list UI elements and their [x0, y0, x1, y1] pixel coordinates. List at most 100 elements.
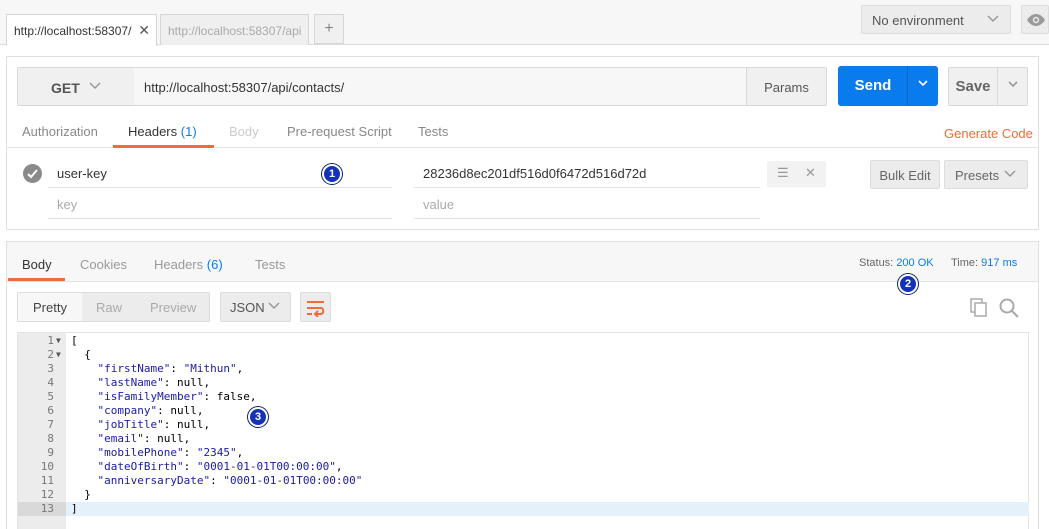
code-line: 5 "isFamilyMember": false, — [18, 390, 1029, 404]
tab-tests[interactable]: Tests — [418, 124, 448, 148]
chevron-down-icon — [88, 78, 102, 95]
header-value-field[interactable]: 28236d8ec201df516d0f6472d516d72d — [414, 158, 760, 188]
code-text: "dateOfBirth": "0001-01-01T00:00:00", — [71, 460, 343, 474]
json-punctuation: : false, — [203, 390, 257, 403]
line-number: 3 — [47, 362, 54, 375]
presets-button[interactable]: Presets — [944, 160, 1028, 189]
method-select[interactable]: GET — [17, 67, 135, 106]
code-line: 3 "firstName": "Mithun", — [18, 362, 1029, 376]
json-punctuation: : null, — [163, 418, 211, 431]
check-icon — [27, 169, 38, 179]
json-punctuation — [71, 460, 98, 473]
json-punctuation — [71, 390, 98, 403]
url-input[interactable]: http://localhost:58307/api/contacts/ — [134, 67, 747, 106]
wrap-lines-button[interactable] — [300, 292, 331, 322]
search-icon[interactable] — [998, 297, 1020, 319]
code-text: "jobTitle": null, — [71, 418, 211, 432]
tab-response-body[interactable]: Body — [22, 257, 52, 272]
chevron-down-icon — [986, 11, 1000, 28]
tab-response-headers[interactable]: Headers (6) — [154, 257, 223, 272]
close-icon[interactable]: ✕ — [138, 22, 150, 39]
tab-headers[interactable]: Headers (1) — [113, 124, 214, 148]
response-body-editor[interactable]: 1 ▼[2 ▼ {3 "firstName": "Mithun", 4 "lastNa… — [17, 332, 1029, 529]
code-text: "email": null, — [71, 432, 191, 446]
json-string: "0001-01-01T00:00:00" — [223, 474, 363, 487]
fold-toggle-icon[interactable]: ▼ — [56, 348, 61, 362]
save-button[interactable]: Save — [948, 67, 998, 106]
response-status: Status: 200 OK — [859, 257, 934, 269]
method-label: GET — [51, 80, 80, 96]
chevron-down-icon — [1007, 81, 1018, 88]
code-line: 6 "company": null, — [18, 404, 1029, 418]
code-line: 1 ▼ [ — [18, 334, 1029, 348]
json-punctuation — [71, 362, 98, 375]
line-number: 5 — [47, 390, 54, 403]
new-header-value-field[interactable]: value — [414, 189, 760, 219]
tab-body[interactable]: Body — [229, 124, 259, 148]
json-punctuation: { — [71, 348, 91, 361]
json-punctuation — [71, 432, 98, 445]
copy-icon[interactable] — [969, 297, 989, 317]
save-options-button[interactable] — [997, 67, 1028, 106]
json-punctuation: ] — [71, 502, 78, 515]
new-tab-button[interactable]: + — [314, 14, 344, 44]
json-string: "0001-01-01T00:00:00" — [196, 460, 336, 473]
fold-toggle-icon[interactable]: ▼ — [56, 334, 61, 348]
tab-authorization[interactable]: Authorization — [22, 124, 98, 148]
environment-quick-look-button[interactable] — [1021, 5, 1049, 34]
json-key: "anniversaryDate" — [97, 474, 211, 487]
request-tab-label: http://localhost:58307/api/contacts/ — [14, 24, 132, 38]
time-value[interactable]: 917 ms — [981, 257, 1017, 269]
presets-label: Presets — [955, 168, 1000, 183]
chevron-down-icon — [918, 80, 928, 87]
tab-response-cookies[interactable]: Cookies — [80, 257, 127, 272]
active-tab-underline — [8, 278, 65, 281]
header-enabled-checkbox[interactable] — [23, 164, 42, 183]
json-punctuation: } — [71, 488, 91, 501]
tab-headers-count: (1) — [180, 124, 197, 139]
time-label: Time: — [951, 257, 979, 269]
line-number: 13 — [18, 502, 66, 516]
bulk-edit-button[interactable]: Bulk Edit — [870, 160, 940, 189]
json-key: "company" — [97, 404, 158, 417]
tab-pre-request-script[interactable]: Pre-request Script — [287, 124, 392, 148]
tab-headers-label: Headers — [128, 124, 178, 139]
json-key: "mobilePhone" — [97, 446, 184, 459]
tab-response-headers-label: Headers — [154, 257, 204, 272]
tab-response-tests[interactable]: Tests — [255, 257, 285, 272]
json-punctuation: : null, — [157, 404, 204, 417]
drag-handle-icon[interactable]: ☰ — [777, 165, 789, 181]
json-punctuation: : — [183, 460, 197, 473]
callout-marker-1: 1 — [322, 164, 342, 184]
generate-code-link[interactable]: Generate Code — [944, 126, 1033, 141]
line-number: 12 — [40, 488, 54, 501]
send-button[interactable]: Send — [838, 66, 908, 106]
status-value[interactable]: 200 OK — [896, 257, 933, 269]
json-key: "dateOfBirth" — [97, 460, 184, 473]
json-string: "2345" — [196, 446, 237, 459]
environment-select[interactable]: No environment — [861, 5, 1011, 34]
code-text: ] — [71, 502, 78, 516]
json-punctuation — [71, 446, 98, 459]
json-string: "Mithun" — [183, 362, 237, 375]
code-line: 2 ▼ { — [18, 348, 1029, 362]
raw-button[interactable]: Raw — [96, 300, 122, 315]
new-header-key-field[interactable]: key — [48, 189, 392, 219]
pretty-button[interactable]: Pretty — [33, 300, 67, 315]
wrap-lines-icon — [307, 301, 325, 317]
json-punctuation — [71, 474, 98, 487]
params-button[interactable]: Params — [746, 67, 827, 106]
json-punctuation: : — [183, 446, 197, 459]
request-tab[interactable]: http://localhost:58307/api/contacts/ — [160, 14, 309, 45]
code-text: "anniversaryDate": "0001-01-01T00:00:00" — [71, 474, 363, 488]
line-number: 8 — [47, 432, 54, 445]
request-tab-active[interactable]: http://localhost:58307/api/contacts/ ✕ — [6, 14, 157, 46]
delete-icon[interactable]: ✕ — [805, 165, 816, 181]
callout-marker-2: 2 — [898, 274, 918, 294]
line-number: 4 — [47, 376, 54, 389]
preview-button[interactable]: Preview — [150, 300, 196, 315]
line-number: 7 — [47, 418, 54, 431]
send-options-button[interactable] — [907, 66, 938, 106]
format-select[interactable]: JSON — [220, 292, 291, 322]
code-line: 12 } — [18, 488, 1029, 502]
